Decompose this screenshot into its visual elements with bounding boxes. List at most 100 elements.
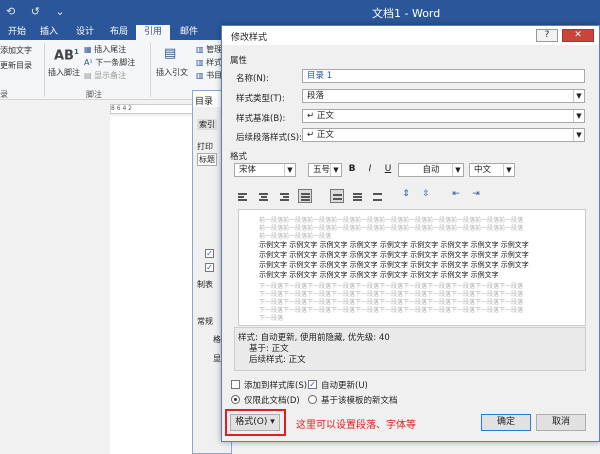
name-field[interactable]: 目录 1	[302, 69, 585, 83]
tab-design[interactable]: 设计	[68, 25, 102, 40]
add-to-gallery-label: 添加到样式库(S)	[244, 381, 308, 391]
group-footnote-label: 脚注	[86, 90, 102, 99]
underline-button[interactable]: U	[382, 163, 394, 178]
auto-update-checkbox[interactable]: ✓	[308, 380, 317, 389]
properties-section-label: 属性	[230, 56, 248, 66]
group-toc-label: 录	[0, 90, 8, 99]
update-toc-button[interactable]: 更新目录	[0, 60, 32, 71]
chevron-down-icon: ▼	[503, 164, 514, 176]
format-section-label: 格式	[230, 152, 248, 162]
toc-checkbox-2[interactable]: ✓	[205, 263, 214, 272]
close-button[interactable]: ✕	[562, 29, 594, 42]
dialog-title-bar: 修改样式 ? ✕	[222, 26, 599, 45]
next-style-select[interactable]: ↵ 正文 ▼	[302, 128, 585, 142]
insert-footnote-button[interactable]: 插入脚注	[48, 67, 80, 78]
style-icon: ▥	[196, 58, 207, 67]
preview-prev-line: 前一段落前一段落前一段落	[259, 233, 332, 240]
add-text-button[interactable]: 添加文字	[0, 45, 32, 56]
ribbon-divider	[44, 43, 45, 97]
style-button[interactable]: ▥ 样式	[196, 57, 222, 68]
ruler: 8 6 4 2	[110, 104, 195, 114]
modify-style-dialog: 修改样式 ? ✕ 属性 名称(N): 目录 1 样式类型(T): 段落 ▼ 样式基…	[221, 25, 600, 442]
preview-sample-line: 示例文字 示例文字 示例文字 示例文字 示例文字 示例文字 示例文字 示例文字 …	[259, 241, 529, 249]
preview-sample-line: 示例文字 示例文字 示例文字 示例文字 示例文字 示例文字 示例文字 示例文字	[259, 271, 499, 279]
preview-sample-line: 示例文字 示例文字 示例文字 示例文字 示例文字 示例文字 示例文字 示例文字 …	[259, 261, 529, 269]
line-spacing-decrease-icon[interactable]: ⇳	[418, 188, 434, 203]
language-select[interactable]: 中文 ▼	[469, 163, 515, 177]
document-page[interactable]	[110, 116, 195, 454]
auto-update-label: 自动更新(U)	[321, 381, 368, 391]
single-spacing-icon[interactable]	[330, 189, 344, 203]
toc-index-tab[interactable]: 索引	[197, 119, 217, 130]
endnote-icon: ▦	[84, 45, 95, 54]
only-this-document-radio[interactable]	[231, 395, 240, 404]
chevron-down-icon: ▼	[452, 164, 463, 176]
next-footnote-icon: A¹	[84, 58, 96, 67]
bold-button[interactable]: B	[346, 163, 358, 178]
toc-checkbox-1[interactable]: ✓	[205, 249, 214, 258]
tab-references[interactable]: 引用	[136, 25, 171, 40]
style-based-on-label: 样式基准(B):	[236, 114, 286, 124]
tab-insert[interactable]: 插入	[32, 25, 66, 40]
new-documents-radio[interactable]	[308, 395, 317, 404]
justify-icon[interactable]	[298, 189, 312, 203]
font-select[interactable]: 宋体 ▼	[234, 163, 296, 177]
style-description-line: 后续样式: 正文	[249, 355, 306, 365]
annotation-text: 这里可以设置段落、字体等	[296, 420, 416, 431]
add-to-gallery-checkbox[interactable]	[231, 380, 240, 389]
insert-endnote-button[interactable]: ▦ 插入尾注	[84, 44, 126, 55]
toc-print-preview-label: 打印	[197, 142, 213, 151]
next-footnote-button[interactable]: A¹ 下一条脚注	[84, 57, 135, 68]
dialog-title: 修改样式	[231, 33, 268, 43]
manage-sources-button[interactable]: ▥ 管理	[196, 44, 222, 55]
decrease-indent-icon[interactable]: ⇤	[448, 188, 464, 203]
format-menu-button[interactable]: 格式(O) ▾	[230, 414, 280, 431]
style-type-select[interactable]: 段落 ▼	[302, 89, 585, 103]
style-based-on-select[interactable]: ↵ 正文 ▼	[302, 109, 585, 123]
toc-preview-heading: 标题	[197, 153, 217, 166]
bibliography-button[interactable]: ▥ 书目	[196, 70, 222, 81]
align-right-icon[interactable]	[277, 189, 291, 203]
tab-home[interactable]: 开始	[0, 25, 34, 40]
toc-general-label: 常规	[197, 317, 213, 326]
name-label: 名称(N):	[236, 74, 269, 84]
style-type-label: 样式类型(T):	[236, 94, 285, 104]
double-spacing-icon[interactable]	[370, 189, 384, 203]
line-spacing-increase-icon[interactable]: ⇕	[398, 188, 414, 203]
chevron-down-icon: ▼	[284, 164, 295, 176]
quick-access-toolbar[interactable]: ⟲ ↺ ⌄	[6, 5, 71, 18]
align-left-icon[interactable]	[235, 189, 249, 203]
help-button[interactable]: ?	[536, 29, 558, 42]
next-style-label: 后续段落样式(S):	[236, 133, 302, 143]
style-description: 样式: 自动更新, 使用前隐藏, 优先级: 40 基于: 正文 后续样式: 正文	[234, 327, 586, 371]
tab-mailings[interactable]: 邮件	[172, 25, 206, 40]
one-half-spacing-icon[interactable]	[350, 189, 364, 203]
chevron-down-icon: ▼	[573, 90, 584, 102]
align-center-icon[interactable]	[256, 189, 270, 203]
insert-citation-button[interactable]: 插入引文	[156, 67, 188, 78]
ribbon-divider	[150, 43, 151, 97]
new-documents-label: 基于该模板的新文档	[321, 396, 398, 406]
footnote-icon[interactable]: AB1	[54, 48, 79, 63]
manage-icon: ▥	[196, 45, 207, 54]
cancel-button[interactable]: 取消	[536, 414, 586, 431]
notes-icon: ▤	[84, 71, 95, 80]
ok-button[interactable]: 确定	[481, 414, 531, 431]
citation-icon[interactable]: ▤	[164, 46, 176, 61]
preview-next-line: 下一段落下一段落下一段落下一段落下一段落下一段落下一段落下一段落下一段落下一段落…	[259, 307, 524, 314]
only-this-document-label: 仅限此文档(D)	[244, 396, 300, 406]
chevron-down-icon: ▼	[573, 110, 584, 122]
font-size-select[interactable]: 五号 ▼	[308, 163, 342, 177]
increase-indent-icon[interactable]: ⇥	[468, 188, 484, 203]
word-title-bar: ⟲ ↺ ⌄ 文档1 - Word	[0, 0, 600, 24]
chevron-down-icon: ▼	[330, 164, 341, 176]
toc-tab-leader-label: 制表	[197, 280, 213, 289]
toc-show-label: 显	[213, 354, 221, 363]
italic-button[interactable]: I	[364, 163, 376, 178]
style-preview: 前一段落前一段落前一段落前一段落前一段落前一段落前一段落前一段落前一段落前一段落…	[238, 209, 586, 326]
preview-sample-line: 示例文字 示例文字 示例文字 示例文字 示例文字 示例文字 示例文字 示例文字 …	[259, 251, 529, 259]
show-notes-button[interactable]: ▤ 显示备注	[84, 70, 126, 81]
bibliography-icon: ▥	[196, 71, 207, 80]
tab-layout[interactable]: 布局	[102, 25, 136, 40]
font-color-select[interactable]: 自动 ▼	[398, 163, 464, 177]
